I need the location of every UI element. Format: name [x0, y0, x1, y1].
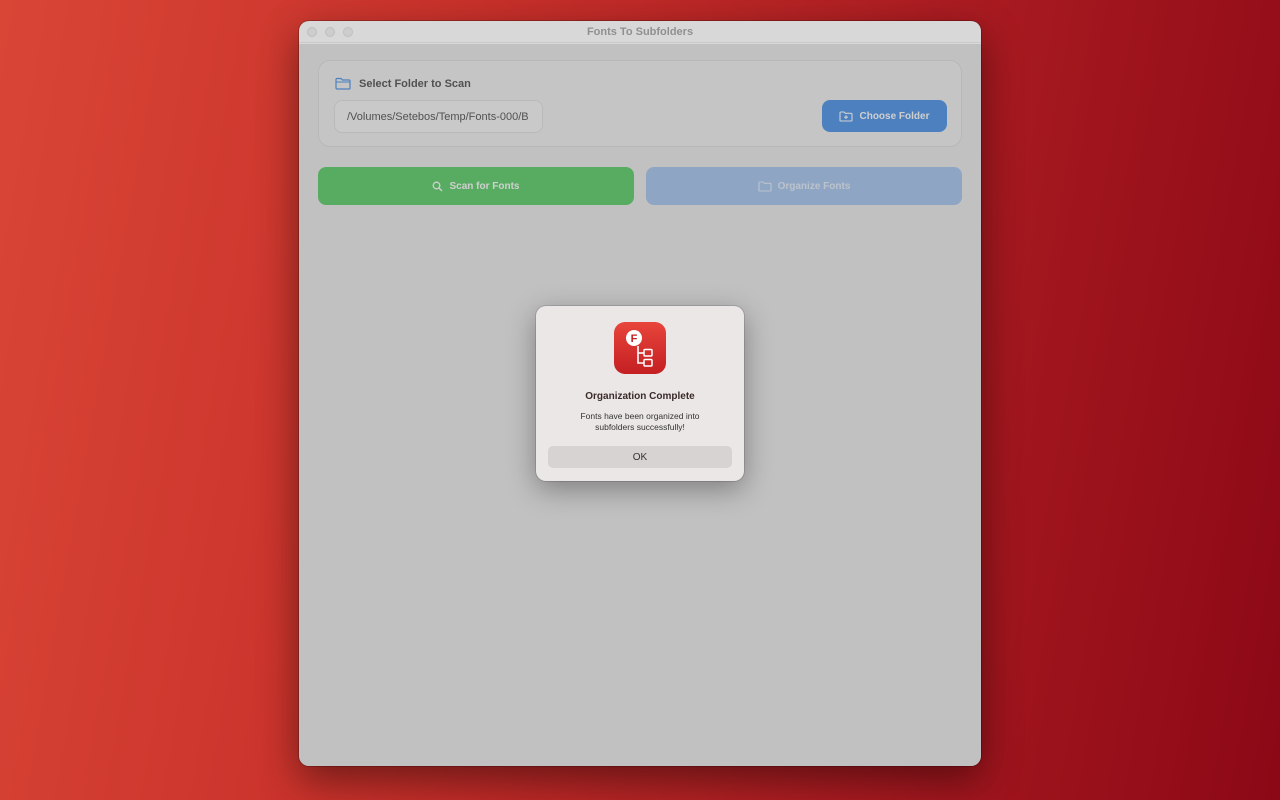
- fonts-to-subfolders-app-icon: F: [614, 322, 666, 374]
- dialog-message-line-2: subfolders successfully!: [595, 422, 685, 432]
- dialog-message-line-1: Fonts have been organized into: [580, 411, 700, 421]
- organization-complete-dialog: F Organization Complete Fonts have been …: [536, 306, 744, 481]
- titlebar-dim: [299, 21, 981, 44]
- app-icon-letter: F: [631, 333, 638, 345]
- ok-button[interactable]: OK: [548, 446, 732, 468]
- dialog-message: Fonts have been organized into subfolder…: [556, 411, 724, 433]
- dialog-title: Organization Complete: [585, 391, 695, 402]
